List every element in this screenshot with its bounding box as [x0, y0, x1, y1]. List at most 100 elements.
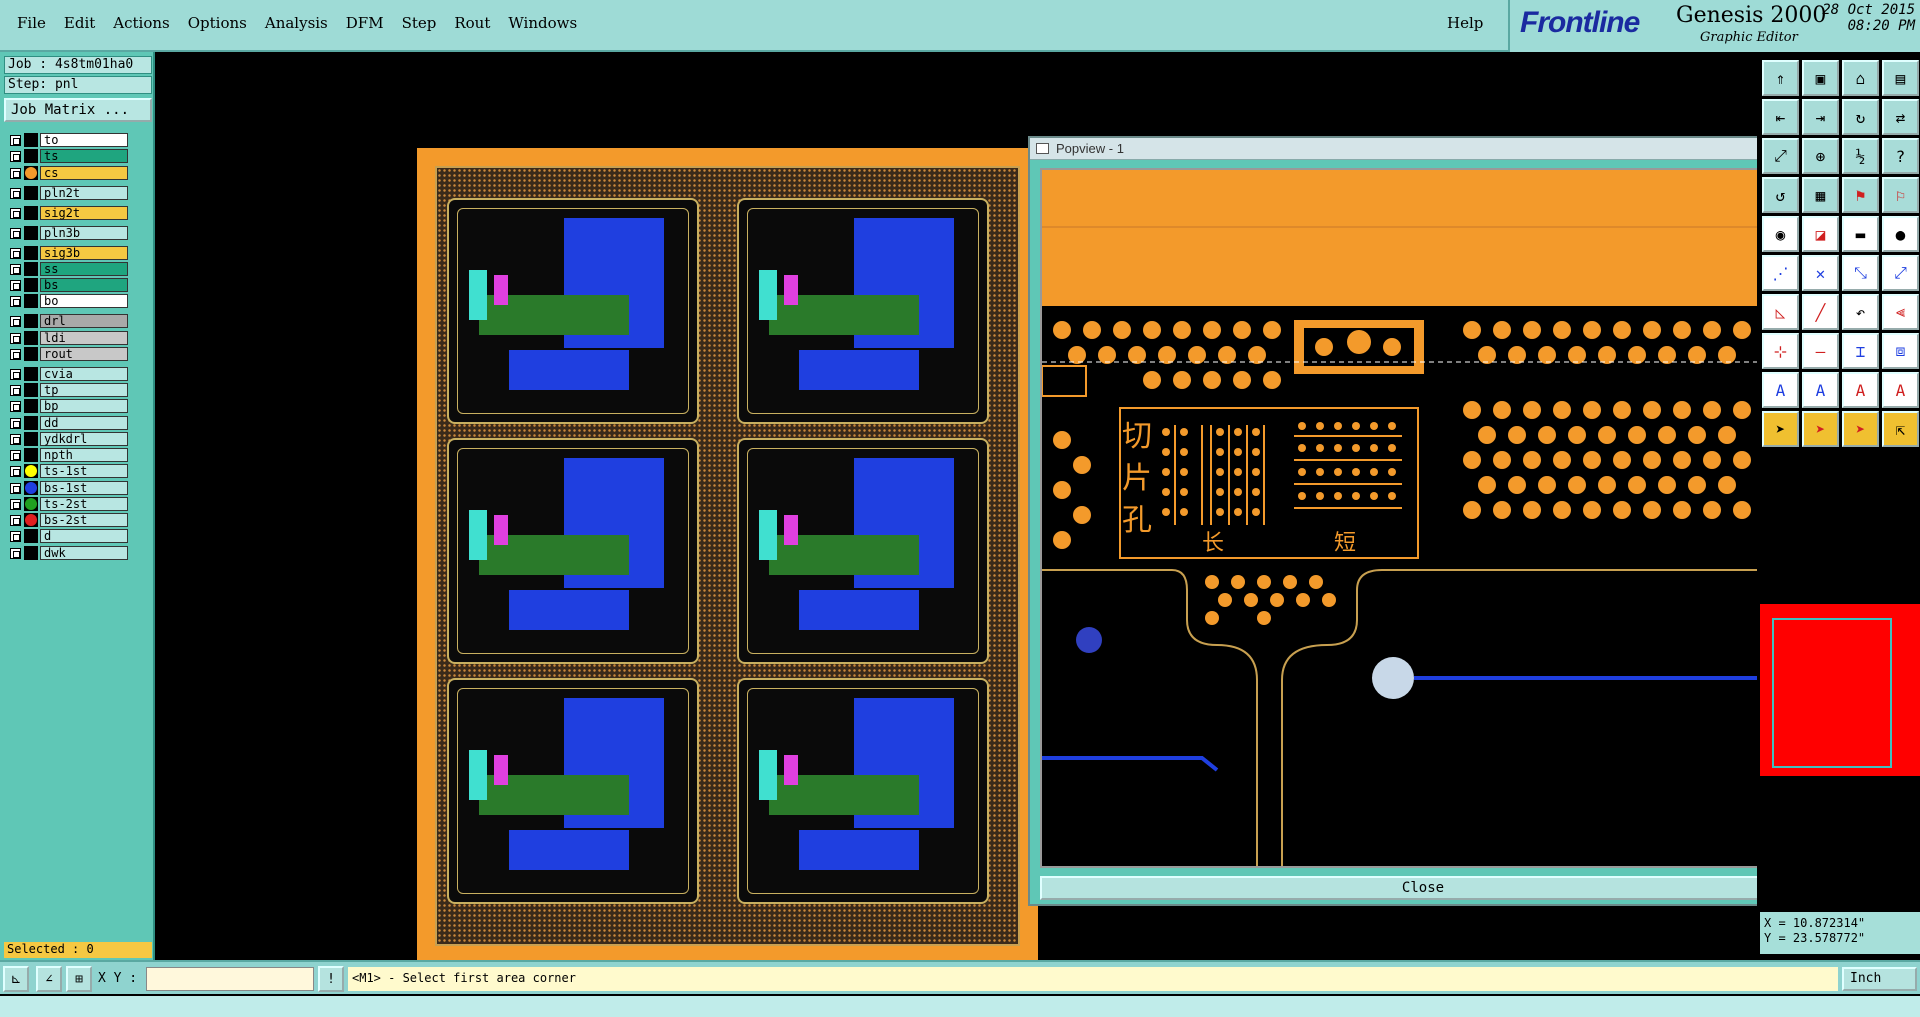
- layer-checkbox[interactable]: [10, 348, 21, 360]
- flip-icon[interactable]: ⇄: [1882, 99, 1919, 135]
- connect-icon[interactable]: ⋰: [1762, 255, 1799, 291]
- move-icon[interactable]: ⤡: [1842, 255, 1879, 291]
- layer-checkbox[interactable]: [10, 417, 21, 429]
- text-a-icon[interactable]: A: [1762, 372, 1799, 408]
- monitor-icon[interactable]: ▣: [1802, 60, 1839, 96]
- layer-row[interactable]: cs: [4, 165, 129, 181]
- menu-analysis[interactable]: Analysis: [256, 14, 337, 32]
- layer-color-swatch[interactable]: [24, 464, 38, 479]
- layer-row[interactable]: dwk: [4, 545, 129, 561]
- popview-titlebar[interactable]: Popview - 1 ✕: [1030, 138, 1812, 160]
- menu-dfm[interactable]: DFM: [337, 14, 393, 32]
- layer-color-swatch[interactable]: [24, 205, 38, 220]
- snap-icon[interactable]: ⚐: [1882, 177, 1919, 213]
- layer-color-swatch[interactable]: [24, 165, 38, 180]
- delete-icon[interactable]: ✕: [1802, 255, 1839, 291]
- layer-row[interactable]: npth: [4, 447, 129, 463]
- layer-name[interactable]: cs: [40, 165, 128, 180]
- layer-row[interactable]: bp: [4, 398, 129, 414]
- menu-actions[interactable]: Actions: [104, 14, 178, 32]
- layer-color-swatch[interactable]: [24, 545, 38, 560]
- draw-line-icon[interactable]: ╱: [1802, 294, 1839, 330]
- redo-icon[interactable]: ↻: [1842, 99, 1879, 135]
- layer-name[interactable]: tp: [40, 383, 128, 397]
- layer-color-swatch[interactable]: [24, 278, 38, 292]
- unit-selector[interactable]: Inch: [1842, 967, 1917, 991]
- layer-name[interactable]: pln2t: [40, 185, 128, 200]
- layer-row[interactable]: ldi: [4, 330, 129, 346]
- layer-checkbox[interactable]: [10, 296, 21, 308]
- graphic-canvas[interactable]: Popview - 1 ✕: [157, 52, 1814, 968]
- layer-name[interactable]: ldi: [40, 330, 128, 345]
- layer-row[interactable]: ts: [4, 148, 129, 164]
- menu-file[interactable]: File: [8, 14, 55, 32]
- bar-add-icon[interactable]: ▬: [1842, 216, 1879, 252]
- menu-help[interactable]: Help: [1447, 14, 1483, 32]
- layer-checkbox[interactable]: [10, 316, 21, 328]
- layer-color-swatch[interactable]: [24, 383, 38, 397]
- help-icon[interactable]: ?: [1882, 138, 1919, 174]
- layer-color-swatch[interactable]: [24, 314, 38, 329]
- info-icon[interactable]: !: [318, 966, 344, 992]
- layer-name[interactable]: ts: [40, 149, 128, 164]
- grid-icon[interactable]: ▦: [1802, 177, 1839, 213]
- layer-name[interactable]: ydkdrl: [40, 431, 128, 446]
- text-a-outline-icon[interactable]: A: [1802, 372, 1839, 408]
- layer-row[interactable]: dd: [4, 415, 129, 431]
- layer-name[interactable]: npth: [40, 448, 128, 462]
- layer-checkbox[interactable]: [10, 135, 21, 146]
- close-button[interactable]: Close: [1040, 876, 1806, 900]
- layer-checkbox[interactable]: [10, 466, 21, 478]
- layer-checkbox[interactable]: [10, 332, 21, 344]
- layer-row[interactable]: bs-1st: [4, 480, 129, 496]
- layer-row[interactable]: tp: [4, 382, 129, 398]
- layer-checkbox[interactable]: [10, 498, 21, 510]
- layer-name[interactable]: pln3b: [40, 225, 128, 240]
- layer-row[interactable]: d: [4, 528, 129, 544]
- zoom-center-icon[interactable]: ⊕: [1802, 138, 1839, 174]
- layer-name[interactable]: bo: [40, 294, 128, 309]
- layer-color-swatch[interactable]: [24, 346, 38, 361]
- layer-checkbox[interactable]: [10, 531, 21, 543]
- zoom-fit-icon[interactable]: ⤢: [1762, 138, 1799, 174]
- layer-name[interactable]: drl: [40, 314, 128, 329]
- layer-name[interactable]: bs-1st: [40, 480, 128, 495]
- select-pointer-icon[interactable]: ➤: [1762, 411, 1799, 447]
- layer-color-swatch[interactable]: [24, 245, 38, 260]
- up-icon[interactable]: ⇑: [1762, 60, 1799, 96]
- rotate-icon[interactable]: ↺: [1762, 177, 1799, 213]
- layer-row[interactable]: ss: [4, 261, 129, 277]
- minus-icon[interactable]: —: [1802, 333, 1839, 369]
- home-icon[interactable]: ⌂: [1842, 60, 1879, 96]
- layer-checkbox[interactable]: [10, 247, 21, 259]
- layer-name[interactable]: d: [40, 529, 128, 544]
- layer-color-swatch[interactable]: [24, 529, 38, 544]
- scale-icon[interactable]: ½: [1842, 138, 1879, 174]
- layer-color-swatch[interactable]: [24, 133, 38, 147]
- layer-checkbox[interactable]: [10, 227, 21, 239]
- layer-checkbox[interactable]: [10, 207, 21, 219]
- layer-row[interactable]: cvia: [4, 366, 129, 382]
- layer-row[interactable]: to: [4, 132, 129, 148]
- layer-name[interactable]: sig3b: [40, 245, 128, 260]
- layer-checkbox[interactable]: [10, 547, 21, 559]
- snap-mode-icon[interactable]: ⊾: [3, 966, 29, 992]
- layer-name[interactable]: dd: [40, 415, 128, 430]
- layer-color-swatch[interactable]: [24, 513, 38, 527]
- select-area-icon[interactable]: ➤: [1842, 411, 1879, 447]
- arc-icon[interactable]: ↶: [1842, 294, 1879, 330]
- layer-checkbox[interactable]: [10, 280, 21, 291]
- layer-color-swatch[interactable]: [24, 225, 38, 240]
- stretch-icon[interactable]: ⤢: [1882, 255, 1919, 291]
- layer-color-swatch[interactable]: [24, 480, 38, 495]
- layer-name[interactable]: sig2t: [40, 205, 128, 220]
- layer-color-swatch[interactable]: [24, 399, 38, 414]
- layer-checkbox[interactable]: [10, 515, 21, 526]
- layer-row[interactable]: rout: [4, 346, 129, 362]
- layer-name[interactable]: bs: [40, 278, 128, 292]
- layer-checkbox[interactable]: [10, 385, 21, 396]
- layer-color-swatch[interactable]: [24, 366, 38, 381]
- layer-name[interactable]: bs-2st: [40, 513, 128, 527]
- layer-name[interactable]: to: [40, 133, 128, 147]
- layer-row[interactable]: bs: [4, 277, 129, 293]
